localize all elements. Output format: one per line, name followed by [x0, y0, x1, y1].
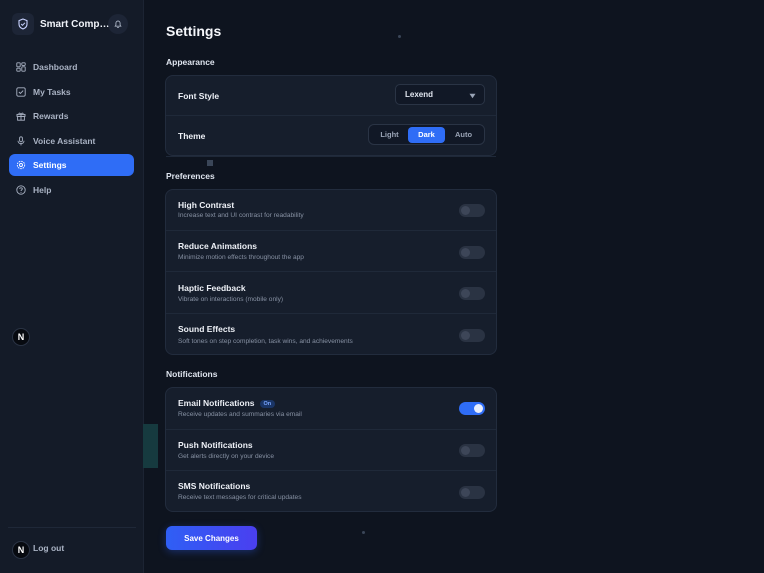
row-description: Receive updates and summaries via email [178, 411, 302, 418]
app-name: Smart Compa... [40, 18, 110, 30]
reduce-animations-row: Reduce Animations Minimize motion effect… [166, 231, 496, 272]
theme-option-auto[interactable]: Auto [445, 127, 482, 143]
sidebar-item-help[interactable]: Help [9, 179, 134, 201]
push-notifications-row: Push Notifications Get alerts directly o… [166, 430, 496, 471]
row-description: Get alerts directly on your device [178, 453, 275, 460]
row-label: Email Notifications On [178, 398, 276, 408]
row-description: Soft tones on step completion, task wins… [178, 338, 353, 345]
sidebar-item-my-tasks[interactable]: My Tasks [9, 81, 134, 103]
sidebar: Smart Compa... Dashboard My Tasks Reward… [0, 0, 144, 573]
toggle-knob [461, 488, 470, 497]
high-contrast-row: High Contrast Increase text and UI contr… [166, 190, 496, 231]
sidebar-item-dashboard[interactable]: Dashboard [9, 56, 134, 78]
decorative-square [207, 160, 213, 166]
theme-option-light[interactable]: Light [371, 127, 408, 143]
sidebar-item-settings[interactable]: Settings [9, 154, 134, 177]
gear-icon [16, 160, 26, 170]
toggle-knob [461, 446, 470, 455]
page-title: Settings [166, 23, 222, 39]
section-title-appearance: Appearance [166, 57, 215, 67]
row-description: Increase text and UI contrast for readab… [178, 212, 304, 219]
notifications-bell-icon[interactable] [108, 14, 128, 34]
sms-notifications-toggle[interactable] [459, 486, 485, 499]
row-label: Push Notifications [178, 440, 253, 450]
notifications-card: Email Notifications On Receive updates an… [165, 387, 497, 512]
decorative-dot [362, 531, 365, 534]
status-badge: On [259, 399, 276, 408]
row-label: Reduce Animations [178, 241, 258, 251]
sidebar-item-rewards[interactable]: Rewards [9, 105, 134, 127]
sms-notifications-row: SMS Notifications Receive text messages … [166, 471, 496, 513]
section-title-preferences: Preferences [166, 171, 215, 181]
sound-effects-row: Sound Effects Soft tones on step complet… [166, 314, 496, 356]
checkbox-icon [16, 86, 26, 97]
reduce-animations-toggle[interactable] [459, 246, 485, 259]
row-label: Haptic Feedback [178, 283, 246, 293]
microphone-icon [16, 136, 26, 146]
brand: Smart Compa... [12, 12, 132, 36]
toggle-knob [461, 331, 470, 340]
email-notifications-label: Email Notifications [178, 398, 255, 408]
sidebar-item-label: Help [33, 184, 52, 195]
sidebar-item-label: Rewards [33, 111, 69, 122]
sidebar-item-label: Settings [33, 160, 67, 171]
email-notifications-toggle[interactable] [459, 402, 485, 415]
row-label: High Contrast [178, 200, 235, 210]
row-label: SMS Notifications [178, 481, 251, 491]
sidebar-item-label: My Tasks [33, 86, 71, 97]
toggle-knob [474, 404, 483, 413]
preferences-card: High Contrast Increase text and UI contr… [165, 189, 497, 355]
row-label: Sound Effects [178, 324, 236, 334]
chevron-down-icon [469, 92, 476, 101]
theme-label: Theme [178, 131, 206, 141]
haptic-feedback-toggle[interactable] [459, 287, 485, 300]
dashboard-icon [16, 62, 26, 72]
sidebar-item-label: Dashboard [33, 62, 78, 72]
toggle-knob [461, 248, 470, 257]
sound-effects-toggle[interactable] [459, 329, 485, 342]
font-style-row: Font Style Lexend [166, 76, 496, 116]
appearance-card: Font Style Lexend Theme Light Dark Auto [165, 75, 497, 157]
user-avatar: N [12, 541, 30, 559]
theme-segmented-control: Light Dark Auto [368, 124, 485, 145]
row-description: Minimize motion effects throughout the a… [178, 254, 304, 261]
toggle-knob [461, 289, 470, 298]
help-icon [16, 185, 26, 195]
push-notifications-toggle[interactable] [459, 444, 485, 457]
save-changes-button[interactable]: Save Changes [166, 526, 257, 550]
decorative-shape [143, 424, 158, 468]
shield-icon [12, 13, 34, 35]
high-contrast-toggle[interactable] [459, 204, 485, 217]
gift-icon [16, 111, 26, 121]
font-style-value: Lexend [405, 90, 434, 99]
row-description: Receive text messages for critical updat… [178, 494, 302, 501]
avatar[interactable]: N [12, 328, 30, 346]
sidebar-item-voice-assistant[interactable]: Voice Assistant [9, 130, 134, 152]
email-notifications-row: Email Notifications On Receive updates an… [166, 388, 496, 430]
sidebar-item-label: Voice Assistant [33, 135, 96, 146]
toggle-knob [461, 206, 470, 215]
decorative-dot [398, 35, 401, 38]
sidebar-nav: Dashboard My Tasks Rewards Voice Assista… [9, 56, 134, 204]
font-style-select[interactable]: Lexend [395, 84, 485, 105]
divider [8, 527, 136, 528]
haptic-feedback-row: Haptic Feedback Vibrate on interactions … [166, 272, 496, 314]
theme-option-dark[interactable]: Dark [408, 126, 445, 143]
row-description: Vibrate on interactions (mobile only) [178, 296, 284, 303]
logout-button[interactable]: Log out [33, 543, 64, 553]
section-title-notifications: Notifications [166, 369, 218, 379]
font-style-label: Font Style [178, 91, 220, 101]
